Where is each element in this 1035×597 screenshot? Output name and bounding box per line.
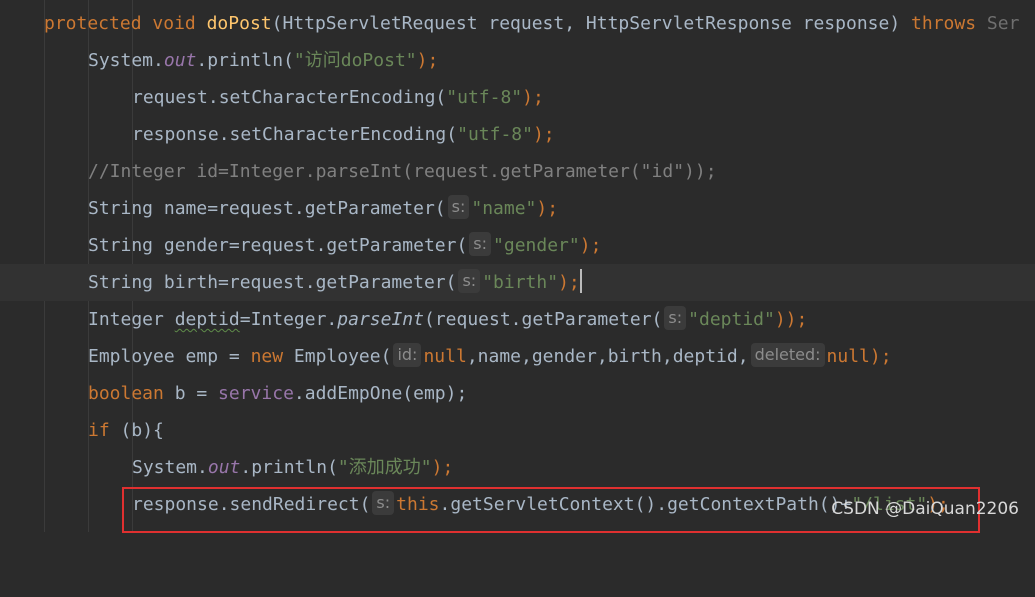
- code-text: );: [869, 346, 892, 367]
- code-text: b =: [163, 383, 219, 404]
- parameter-hint: deleted:: [750, 343, 825, 367]
- code-text: ));: [774, 309, 808, 330]
- code-text: String name=request.getParameter(: [88, 198, 446, 219]
- code-text: );: [536, 198, 559, 219]
- string-literal: "name": [471, 198, 537, 219]
- watermark: CSDN @DaiQuan2206: [831, 499, 1019, 519]
- code-text: );: [416, 50, 439, 71]
- code-line-10[interactable]: Employee emp = new Employee(id: null,name…: [0, 338, 1035, 375]
- code-text: String gender=request.getParameter(: [88, 235, 468, 256]
- code-line-9[interactable]: Integer deptid=Integer.parseInt(request.…: [0, 301, 1035, 338]
- string-literal: "utf-8": [457, 124, 533, 145]
- code-text: Ser: [986, 13, 1020, 34]
- code-line-4[interactable]: response.setCharacterEncoding("utf-8");: [0, 116, 1035, 153]
- comment: //Integer id=Integer.parseInt(request.ge…: [88, 161, 717, 182]
- code-text: );: [431, 457, 454, 478]
- code-text: Employee(: [283, 346, 392, 367]
- code-text: =Integer.: [239, 309, 338, 330]
- code-text: );: [558, 272, 580, 293]
- code-text: (b){: [109, 420, 164, 441]
- keyword: new: [250, 346, 284, 367]
- method-name: doPost: [206, 13, 272, 34]
- parameter-hint: s:: [458, 269, 481, 293]
- string-literal: "访问doPost": [293, 50, 417, 71]
- code-text: String birth=request.getParameter(: [88, 272, 457, 293]
- parameter-hint: s:: [469, 232, 492, 256]
- variable-name: deptid: [174, 309, 240, 330]
- text-caret: [579, 269, 582, 293]
- code-line-11[interactable]: boolean b = service.addEmpOne(emp);: [0, 375, 1035, 412]
- code-text: response.setCharacterEncoding(: [132, 124, 458, 145]
- code-text: Integer: [88, 309, 175, 330]
- keyword: null: [423, 346, 467, 367]
- code-text: ,name,gender,birth,deptid,: [466, 346, 749, 367]
- static-method: parseInt: [337, 309, 424, 330]
- code-text: Employee emp =: [88, 346, 251, 367]
- code-line-13[interactable]: System.out.println("添加成功");: [0, 449, 1035, 486]
- code-text: .addEmpOne(emp);: [293, 383, 468, 404]
- code-text: .println(: [240, 457, 338, 478]
- code-text: (request.getParameter(: [423, 309, 663, 330]
- string-literal: "添加成功": [337, 457, 432, 478]
- code-line-1[interactable]: protected void doPost(HttpServletRequest…: [0, 5, 1035, 42]
- code-text: );: [522, 87, 544, 108]
- code-text: .println(: [196, 50, 294, 71]
- code-line-12[interactable]: if (b){: [0, 412, 1035, 449]
- parameter-hint: s:: [664, 306, 687, 330]
- keyword: throws: [911, 13, 977, 34]
- instance-field: service: [218, 383, 294, 404]
- code-text: System.: [88, 50, 164, 71]
- code-line-6[interactable]: String name=request.getParameter(s: "name…: [0, 190, 1035, 227]
- keyword: null: [826, 346, 870, 367]
- static-field: out: [207, 457, 241, 478]
- parameter-hint: id:: [393, 343, 422, 367]
- string-literal: "utf-8": [446, 87, 523, 108]
- keyword: protected: [44, 13, 142, 34]
- code-text: request.setCharacterEncoding(: [132, 87, 447, 108]
- code-text: System.: [132, 457, 208, 478]
- code-line-3[interactable]: request.setCharacterEncoding("utf-8");: [0, 79, 1035, 116]
- code-editor[interactable]: protected void doPost(HttpServletRequest…: [0, 0, 1035, 533]
- code-text: );: [579, 235, 602, 256]
- string-literal: "deptid": [688, 309, 775, 330]
- keyword: if: [88, 420, 110, 441]
- parameter-hint: s:: [447, 195, 470, 219]
- keyword: void: [152, 13, 196, 34]
- code-line-2[interactable]: System.out.println("访问doPost");: [0, 42, 1035, 79]
- code-line-7[interactable]: String gender=request.getParameter(s: "ge…: [0, 227, 1035, 264]
- string-literal: "birth": [482, 272, 559, 293]
- string-literal: "gender": [493, 235, 580, 256]
- keyword: boolean: [88, 383, 164, 404]
- code-line-5[interactable]: //Integer id=Integer.parseInt(request.ge…: [0, 153, 1035, 190]
- static-field: out: [163, 50, 197, 71]
- code-text: );: [532, 124, 555, 145]
- code-line-8-current[interactable]: String birth=request.getParameter(s: "bir…: [0, 264, 1035, 301]
- code-text: (HttpServletRequest request, HttpServlet…: [271, 13, 912, 34]
